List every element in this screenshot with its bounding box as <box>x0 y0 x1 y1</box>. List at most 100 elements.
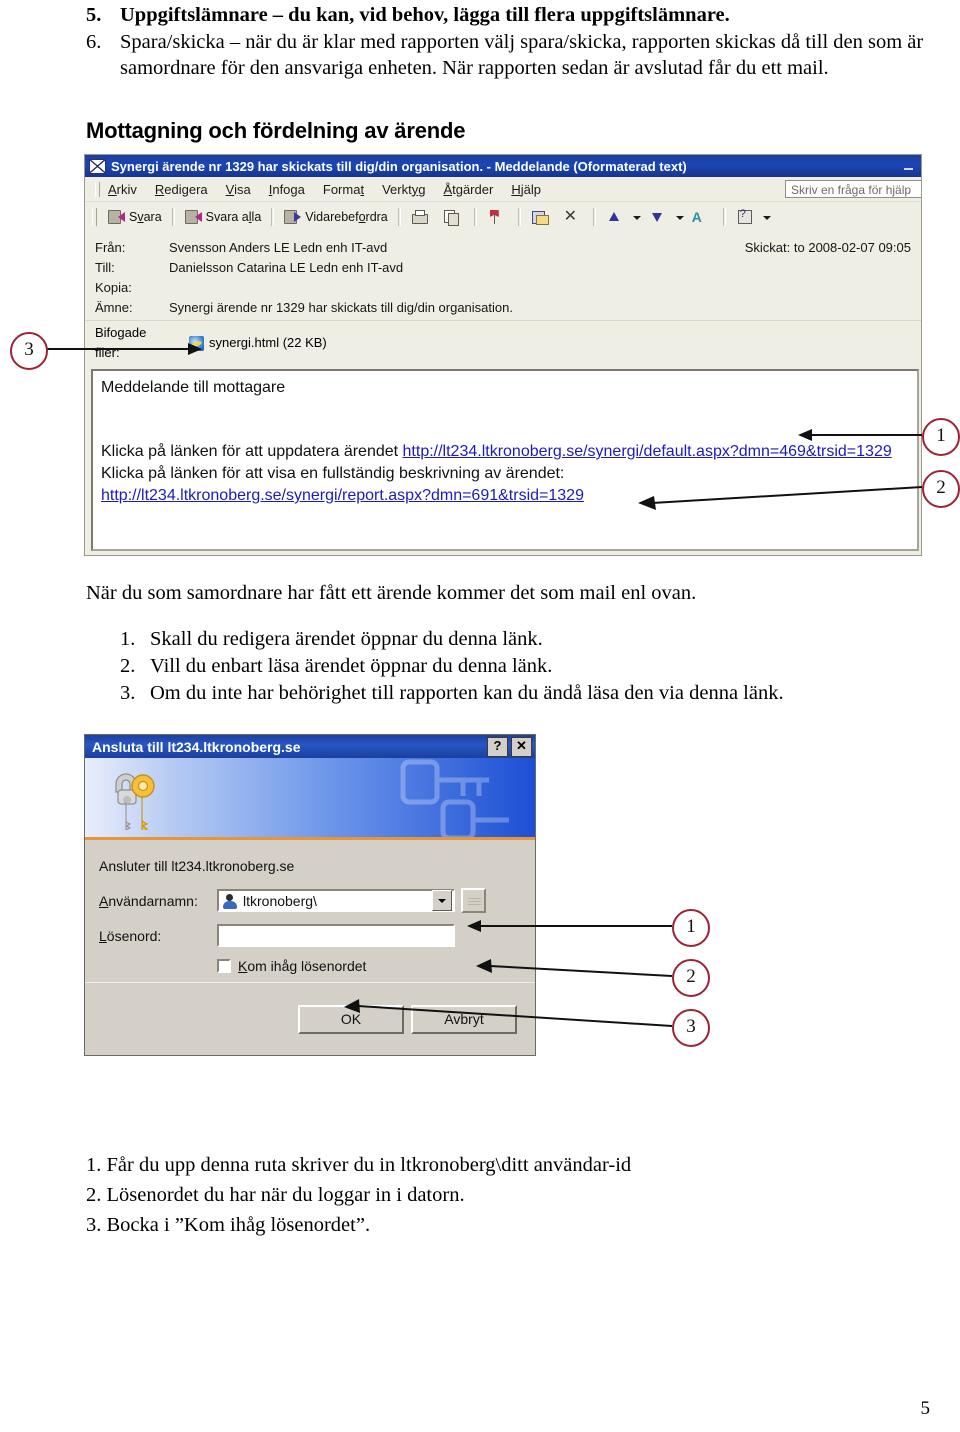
bottom-note: 3. Bocka i ”Kom ihåg lösenordet”. <box>86 1214 371 1236</box>
list-item-text: Spara/skicka – när du är klar med rappor… <box>120 31 924 79</box>
attachments-row: Bifogade filer: synergi.html (22 KB) <box>85 320 921 363</box>
list-item: 3. Om du inte har behörighet till rappor… <box>120 680 920 706</box>
list-item-number: 5. <box>86 4 102 26</box>
toolbar-separator <box>473 208 477 226</box>
callout-login-username: 1 <box>672 909 710 947</box>
ok-button[interactable]: OK <box>298 1005 404 1034</box>
autoformat-icon: A <box>691 209 702 225</box>
help-button[interactable] <box>731 206 762 228</box>
body-line-1: Meddelande till mottagare <box>101 379 286 396</box>
remember-password-checkbox[interactable] <box>217 959 231 973</box>
help-button[interactable]: ? <box>487 736 508 757</box>
delete-icon: ✕ <box>563 208 577 225</box>
attachments-label: Bifogade filer: <box>95 325 147 360</box>
sent-label: Skickat: <box>744 240 791 255</box>
to-label: Till: <box>95 260 115 275</box>
cc-row: Kopia: <box>85 278 921 298</box>
list-item-number: 3. <box>120 682 136 704</box>
keys-icon <box>115 773 155 830</box>
menu-item-redigera[interactable]: Redigera <box>155 182 208 197</box>
to-value: Danielsson Catarina LE Ledn enh IT-avd <box>169 260 404 275</box>
reply-all-icon <box>184 209 202 225</box>
body-line-4: http://lt234.ltkronoberg.se/synergi/repo… <box>101 485 909 507</box>
cancel-button[interactable]: Avbryt <box>411 1005 517 1034</box>
username-input[interactable]: ltkronoberg\ <box>243 893 432 909</box>
reply-label: Svara <box>129 210 162 224</box>
chevron-down-icon[interactable] <box>432 890 452 911</box>
reply-all-label: Svara alla <box>205 210 262 224</box>
list-item-text: Skall du redigera ärendet öppnar du denn… <box>150 628 543 650</box>
menubar-grip[interactable] <box>95 181 100 197</box>
username-row: Användarnamn: ltkronoberg\ <box>99 888 535 913</box>
toolbar-separator <box>397 208 401 226</box>
next-item-dropdown-icon[interactable] <box>675 209 684 225</box>
remember-password-row[interactable]: Kom ihåg lösenordet <box>217 958 535 974</box>
mid-list: 1. Skall du redigera ärendet öppnar du d… <box>120 626 920 707</box>
reply-button[interactable]: Svara <box>103 206 167 228</box>
password-label: Lösenord: <box>99 927 162 944</box>
callout-login-password: 2 <box>672 959 710 997</box>
menu-item-atgarder[interactable]: Åtgärder <box>443 182 493 197</box>
menu-item-visa[interactable]: Visa <box>226 182 251 197</box>
attachment-name[interactable]: synergi.html (22 KB) <box>209 333 327 353</box>
mail-body-wrapper: Meddelande till mottagare Klicka på länk… <box>85 365 921 555</box>
reply-all-button[interactable]: Svara alla <box>180 206 267 228</box>
list-item-number: 1. <box>120 628 136 650</box>
dialog-title: Ansluta till lt234.ltkronoberg.se <box>92 738 301 755</box>
mail-menubar: Arkiv Redigera Visa Infoga Format Verkty… <box>85 177 921 202</box>
toolbar-separator <box>517 208 521 226</box>
mail-link-update[interactable]: http://lt234.ltkronoberg.se/synergi/defa… <box>403 443 892 460</box>
previous-item-dropdown-icon[interactable] <box>632 209 641 225</box>
next-item-button[interactable] <box>644 206 675 228</box>
reply-icon <box>108 209 125 225</box>
previous-item-button[interactable] <box>601 206 632 228</box>
intro-list: 5. Uppgiftslämnare – du kan, vid behov, … <box>86 2 926 82</box>
to-row: Till: Danielsson Catarina LE Ledn enh IT… <box>85 258 921 278</box>
cc-label: Kopia: <box>95 280 132 295</box>
mail-header-fields: Från: Svensson Anders LE Ledn enh IT-avd… <box>85 232 921 365</box>
callout-login-remember: 3 <box>672 1009 710 1047</box>
forward-icon <box>284 209 302 225</box>
dialog-subtitle: Ansluter till lt234.ltkronoberg.se <box>99 858 295 874</box>
internet-document-icon <box>189 335 204 351</box>
mail-body: Meddelande till mottagare Klicka på länk… <box>91 369 919 551</box>
toolbar-overflow-icon[interactable] <box>762 209 771 225</box>
menu-item-format[interactable]: Format <box>323 182 364 197</box>
list-item: 1. Skall du redigera ärendet öppnar du d… <box>120 626 920 652</box>
forward-button[interactable]: Vidarebefordra <box>279 206 392 228</box>
menu-item-hjalp[interactable]: Hjälp <box>511 182 541 197</box>
autoformat-button[interactable]: A <box>687 206 718 228</box>
toolbar-separator <box>171 208 175 226</box>
section-heading: Mottagning och fördelning av ärende <box>86 118 466 143</box>
subject-label: Ämne: <box>95 300 133 315</box>
body-line-3: Klicka på länken för att visa en fullstä… <box>101 465 565 482</box>
menu-item-infoga[interactable]: Infoga <box>269 182 305 197</box>
print-button[interactable] <box>406 206 438 228</box>
toolbar-grip[interactable] <box>92 208 97 226</box>
flag-icon <box>487 209 504 225</box>
dialog-form: Användarnamn: ltkronoberg\ Lösenord: Kom… <box>85 888 535 974</box>
toolbar-separator <box>271 208 275 226</box>
password-input[interactable] <box>217 924 455 947</box>
delete-button[interactable]: ✕ <box>557 206 588 228</box>
from-row: Från: Svensson Anders LE Ledn enh IT-avd… <box>85 238 921 258</box>
username-combo[interactable]: ltkronoberg\ <box>217 889 455 912</box>
ask-a-question-input[interactable]: Skriv en fråga för hjälp <box>785 180 921 198</box>
username-label: Användarnamn: <box>99 892 198 909</box>
copy-button[interactable] <box>438 206 469 228</box>
body-line-2-prefix: Klicka på länken för att uppdatera ärend… <box>101 443 403 460</box>
bottom-notes: 1. Får du upp denna ruta skriver du in l… <box>86 1150 631 1240</box>
next-item-icon <box>649 209 666 225</box>
sent-value: to 2008-02-07 09:05 <box>793 240 911 255</box>
mail-link-report[interactable]: http://lt234.ltkronoberg.se/synergi/repo… <box>101 487 584 504</box>
menu-item-arkiv[interactable]: Arkiv <box>108 182 137 197</box>
minimize-button[interactable] <box>901 159 917 173</box>
toolbar-separator <box>592 208 596 226</box>
flag-button[interactable] <box>482 206 513 228</box>
bottom-note: 1. Får du upp denna ruta skriver du in l… <box>86 1154 632 1176</box>
menu-item-verktyg[interactable]: Verktyg <box>382 182 425 197</box>
browse-button[interactable] <box>461 888 486 913</box>
close-icon[interactable]: ✕ <box>511 736 532 757</box>
move-to-folder-button[interactable] <box>526 206 557 228</box>
